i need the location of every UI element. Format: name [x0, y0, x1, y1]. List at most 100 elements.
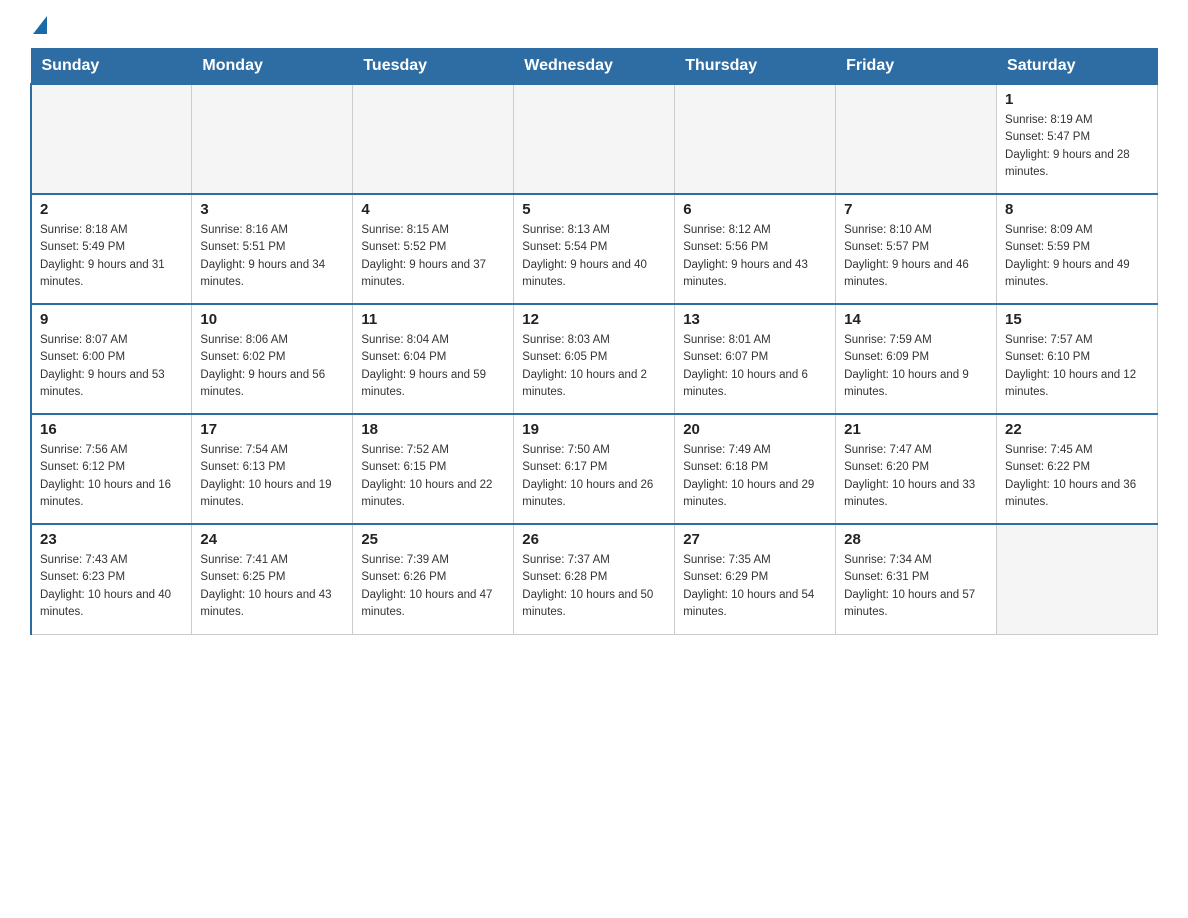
- calendar-cell: 14 Sunrise: 7:59 AMSunset: 6:09 PMDayligh…: [836, 304, 997, 414]
- calendar-cell: [353, 84, 514, 194]
- day-info: Sunrise: 7:34 AMSunset: 6:31 PMDaylight:…: [844, 552, 988, 621]
- calendar-cell: [675, 84, 836, 194]
- day-info: Sunrise: 7:49 AMSunset: 6:18 PMDaylight:…: [683, 442, 827, 511]
- day-number: 4: [361, 201, 505, 218]
- day-number: 16: [40, 421, 183, 438]
- calendar-cell: 6 Sunrise: 8:12 AMSunset: 5:56 PMDaylight…: [675, 194, 836, 304]
- calendar-cell: 12 Sunrise: 8:03 AMSunset: 6:05 PMDayligh…: [514, 304, 675, 414]
- weekday-header-sunday: Sunday: [31, 49, 192, 85]
- day-info: Sunrise: 7:52 AMSunset: 6:15 PMDaylight:…: [361, 442, 505, 511]
- calendar-cell: 16 Sunrise: 7:56 AMSunset: 6:12 PMDayligh…: [31, 414, 192, 524]
- day-number: 14: [844, 311, 988, 328]
- day-info: Sunrise: 8:01 AMSunset: 6:07 PMDaylight:…: [683, 332, 827, 401]
- day-info: Sunrise: 8:19 AMSunset: 5:47 PMDaylight:…: [1005, 112, 1149, 181]
- week-row-5: 23 Sunrise: 7:43 AMSunset: 6:23 PMDayligh…: [31, 524, 1158, 634]
- calendar-cell: 8 Sunrise: 8:09 AMSunset: 5:59 PMDaylight…: [997, 194, 1158, 304]
- day-info: Sunrise: 7:39 AMSunset: 6:26 PMDaylight:…: [361, 552, 505, 621]
- day-info: Sunrise: 7:41 AMSunset: 6:25 PMDaylight:…: [200, 552, 344, 621]
- calendar-cell: 23 Sunrise: 7:43 AMSunset: 6:23 PMDayligh…: [31, 524, 192, 634]
- day-info: Sunrise: 8:03 AMSunset: 6:05 PMDaylight:…: [522, 332, 666, 401]
- day-info: Sunrise: 8:10 AMSunset: 5:57 PMDaylight:…: [844, 222, 988, 291]
- day-info: Sunrise: 7:43 AMSunset: 6:23 PMDaylight:…: [40, 552, 183, 621]
- calendar-cell: [997, 524, 1158, 634]
- day-info: Sunrise: 7:57 AMSunset: 6:10 PMDaylight:…: [1005, 332, 1149, 401]
- day-info: Sunrise: 8:06 AMSunset: 6:02 PMDaylight:…: [200, 332, 344, 401]
- day-number: 11: [361, 311, 505, 328]
- day-number: 3: [200, 201, 344, 218]
- day-number: 2: [40, 201, 183, 218]
- day-info: Sunrise: 7:47 AMSunset: 6:20 PMDaylight:…: [844, 442, 988, 511]
- calendar-cell: 10 Sunrise: 8:06 AMSunset: 6:02 PMDayligh…: [192, 304, 353, 414]
- calendar-cell: 2 Sunrise: 8:18 AMSunset: 5:49 PMDaylight…: [31, 194, 192, 304]
- calendar-cell: 21 Sunrise: 7:47 AMSunset: 6:20 PMDayligh…: [836, 414, 997, 524]
- day-number: 12: [522, 311, 666, 328]
- day-number: 24: [200, 531, 344, 548]
- day-info: Sunrise: 8:07 AMSunset: 6:00 PMDaylight:…: [40, 332, 183, 401]
- calendar-cell: 25 Sunrise: 7:39 AMSunset: 6:26 PMDayligh…: [353, 524, 514, 634]
- weekday-header-monday: Monday: [192, 49, 353, 85]
- day-number: 27: [683, 531, 827, 548]
- calendar-cell: 26 Sunrise: 7:37 AMSunset: 6:28 PMDayligh…: [514, 524, 675, 634]
- day-number: 10: [200, 311, 344, 328]
- day-number: 19: [522, 421, 666, 438]
- calendar-cell: 4 Sunrise: 8:15 AMSunset: 5:52 PMDaylight…: [353, 194, 514, 304]
- day-number: 20: [683, 421, 827, 438]
- day-number: 22: [1005, 421, 1149, 438]
- day-info: Sunrise: 7:35 AMSunset: 6:29 PMDaylight:…: [683, 552, 827, 621]
- calendar-cell: 11 Sunrise: 8:04 AMSunset: 6:04 PMDayligh…: [353, 304, 514, 414]
- day-number: 23: [40, 531, 183, 548]
- calendar-cell: 18Sunrise: 7:52 AMSunset: 6:15 PMDayligh…: [353, 414, 514, 524]
- day-number: 17: [200, 421, 344, 438]
- week-row-4: 16 Sunrise: 7:56 AMSunset: 6:12 PMDayligh…: [31, 414, 1158, 524]
- day-info: Sunrise: 8:16 AMSunset: 5:51 PMDaylight:…: [200, 222, 344, 291]
- calendar-cell: [514, 84, 675, 194]
- day-info: Sunrise: 7:56 AMSunset: 6:12 PMDaylight:…: [40, 442, 183, 511]
- day-info: Sunrise: 8:12 AMSunset: 5:56 PMDaylight:…: [683, 222, 827, 291]
- day-number: 13: [683, 311, 827, 328]
- day-info: Sunrise: 8:18 AMSunset: 5:49 PMDaylight:…: [40, 222, 183, 291]
- day-number: 28: [844, 531, 988, 548]
- day-number: 26: [522, 531, 666, 548]
- logo: [30, 20, 47, 32]
- calendar-cell: 19Sunrise: 7:50 AMSunset: 6:17 PMDayligh…: [514, 414, 675, 524]
- calendar-cell: 20 Sunrise: 7:49 AMSunset: 6:18 PMDayligh…: [675, 414, 836, 524]
- calendar-cell: 28 Sunrise: 7:34 AMSunset: 6:31 PMDayligh…: [836, 524, 997, 634]
- day-number: 15: [1005, 311, 1149, 328]
- week-row-3: 9 Sunrise: 8:07 AMSunset: 6:00 PMDaylight…: [31, 304, 1158, 414]
- calendar-cell: 9 Sunrise: 8:07 AMSunset: 6:00 PMDaylight…: [31, 304, 192, 414]
- calendar-cell: [836, 84, 997, 194]
- day-number: 25: [361, 531, 505, 548]
- day-number: 7: [844, 201, 988, 218]
- week-row-2: 2 Sunrise: 8:18 AMSunset: 5:49 PMDaylight…: [31, 194, 1158, 304]
- calendar-cell: 24 Sunrise: 7:41 AMSunset: 6:25 PMDayligh…: [192, 524, 353, 634]
- day-info: Sunrise: 7:54 AMSunset: 6:13 PMDaylight:…: [200, 442, 344, 511]
- day-info: Sunrise: 8:04 AMSunset: 6:04 PMDaylight:…: [361, 332, 505, 401]
- calendar-cell: 5Sunrise: 8:13 AMSunset: 5:54 PMDaylight…: [514, 194, 675, 304]
- day-info: Sunrise: 8:09 AMSunset: 5:59 PMDaylight:…: [1005, 222, 1149, 291]
- day-number: 21: [844, 421, 988, 438]
- calendar-table: SundayMondayTuesdayWednesdayThursdayFrid…: [30, 48, 1158, 635]
- calendar-cell: [192, 84, 353, 194]
- day-info: Sunrise: 7:45 AMSunset: 6:22 PMDaylight:…: [1005, 442, 1149, 511]
- weekday-header-saturday: Saturday: [997, 49, 1158, 85]
- logo-triangle-icon: [33, 16, 47, 34]
- day-number: 8: [1005, 201, 1149, 218]
- day-number: 1: [1005, 91, 1149, 108]
- calendar-cell: 17 Sunrise: 7:54 AMSunset: 6:13 PMDayligh…: [192, 414, 353, 524]
- weekday-header-row: SundayMondayTuesdayWednesdayThursdayFrid…: [31, 49, 1158, 85]
- day-info: Sunrise: 7:59 AMSunset: 6:09 PMDaylight:…: [844, 332, 988, 401]
- calendar-cell: [31, 84, 192, 194]
- calendar-cell: 7 Sunrise: 8:10 AMSunset: 5:57 PMDaylight…: [836, 194, 997, 304]
- day-info: Sunrise: 8:13 AMSunset: 5:54 PMDaylight:…: [522, 222, 666, 291]
- day-number: 9: [40, 311, 183, 328]
- calendar-cell: 3 Sunrise: 8:16 AMSunset: 5:51 PMDaylight…: [192, 194, 353, 304]
- day-info: Sunrise: 8:15 AMSunset: 5:52 PMDaylight:…: [361, 222, 505, 291]
- calendar-cell: 13 Sunrise: 8:01 AMSunset: 6:07 PMDayligh…: [675, 304, 836, 414]
- weekday-header-thursday: Thursday: [675, 49, 836, 85]
- weekday-header-tuesday: Tuesday: [353, 49, 514, 85]
- calendar-cell: 22 Sunrise: 7:45 AMSunset: 6:22 PMDayligh…: [997, 414, 1158, 524]
- calendar-cell: 15 Sunrise: 7:57 AMSunset: 6:10 PMDayligh…: [997, 304, 1158, 414]
- day-info: Sunrise: 7:37 AMSunset: 6:28 PMDaylight:…: [522, 552, 666, 621]
- page-header: [30, 20, 1158, 32]
- day-number: 6: [683, 201, 827, 218]
